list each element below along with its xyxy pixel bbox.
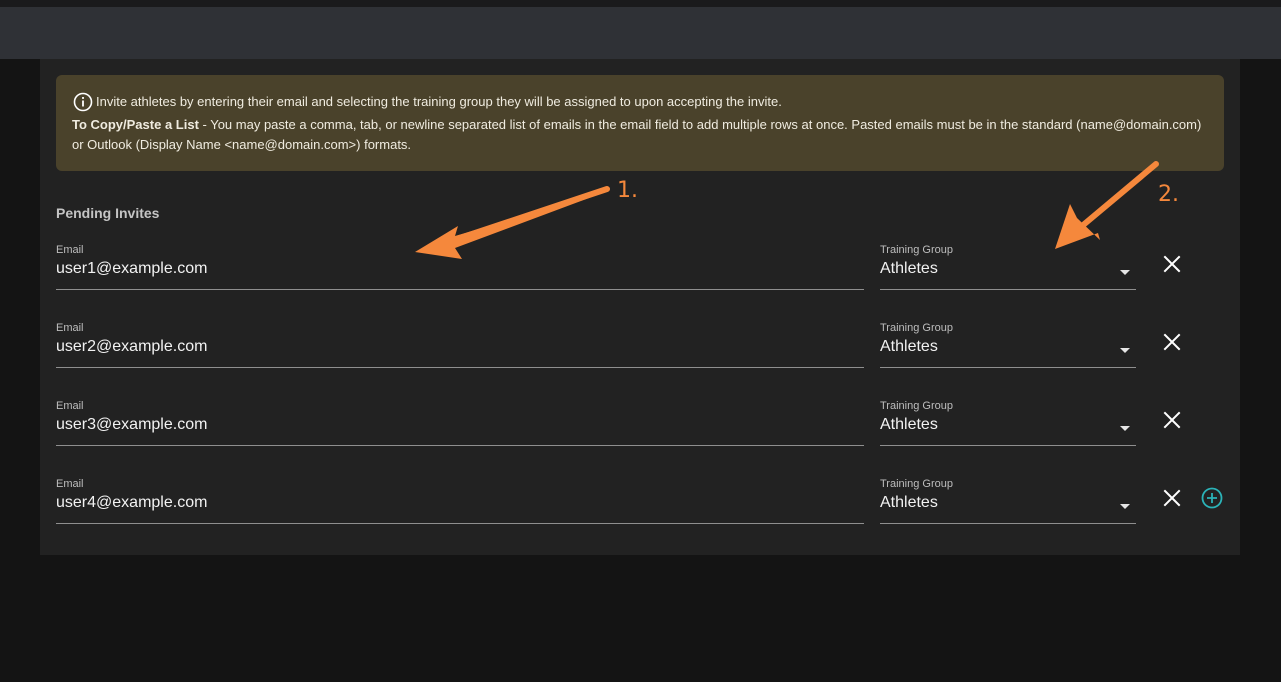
email-value: user4@example.com	[56, 494, 208, 511]
invite-row: Email user4@example.com Training Group A…	[56, 478, 1236, 538]
info-banner: Invite athletes by entering their email …	[56, 75, 1224, 171]
email-value: user1@example.com	[56, 260, 208, 277]
invite-row: Email user2@example.com Training Group A…	[56, 322, 1236, 382]
caret-down-icon	[1120, 348, 1130, 353]
add-row-button[interactable]	[1200, 486, 1224, 510]
email-label: Email	[56, 244, 84, 256]
window-top-edge	[0, 0, 1281, 7]
training-group-value: Athletes	[880, 416, 938, 433]
close-icon	[1163, 411, 1181, 429]
caret-down-icon	[1120, 426, 1130, 431]
invite-row: Email user3@example.com Training Group A…	[56, 400, 1236, 460]
training-group-select[interactable]: Training Group Athletes	[880, 322, 1136, 368]
close-icon	[1163, 489, 1181, 507]
email-label: Email	[56, 322, 84, 334]
invite-row: Email user1@example.com Training Group A…	[56, 244, 1236, 304]
remove-row-button[interactable]	[1160, 408, 1184, 432]
info-text: Invite athletes by entering their email …	[96, 94, 782, 109]
training-group-label: Training Group	[880, 400, 953, 412]
training-group-value: Athletes	[880, 338, 938, 355]
email-field[interactable]: Email user3@example.com	[56, 400, 864, 446]
add-circle-icon	[1201, 487, 1223, 509]
caret-down-icon	[1120, 270, 1130, 275]
training-group-select[interactable]: Training Group Athletes	[880, 400, 1136, 446]
close-icon	[1163, 255, 1181, 273]
close-icon	[1163, 333, 1181, 351]
training-group-label: Training Group	[880, 244, 953, 256]
training-group-select[interactable]: Training Group Athletes	[880, 478, 1136, 524]
pending-invites-title: Pending Invites	[56, 205, 160, 221]
email-label: Email	[56, 400, 84, 412]
email-field[interactable]: Email user4@example.com	[56, 478, 864, 524]
training-group-select[interactable]: Training Group Athletes	[880, 244, 1136, 290]
remove-row-button[interactable]	[1160, 252, 1184, 276]
email-label: Email	[56, 478, 84, 490]
copy-paste-heading: To Copy/Paste a List	[72, 117, 199, 132]
annotation-label-2: 2.	[1158, 182, 1179, 207]
email-field[interactable]: Email user1@example.com	[56, 244, 864, 290]
caret-down-icon	[1120, 504, 1130, 509]
training-group-label: Training Group	[880, 478, 953, 490]
training-group-value: Athletes	[880, 260, 938, 277]
training-group-label: Training Group	[880, 322, 953, 334]
app-header-bar	[0, 7, 1281, 59]
remove-row-button[interactable]	[1160, 486, 1184, 510]
info-circle-icon	[72, 92, 94, 112]
remove-row-button[interactable]	[1160, 330, 1184, 354]
email-value: user2@example.com	[56, 338, 208, 355]
email-field[interactable]: Email user2@example.com	[56, 322, 864, 368]
email-value: user3@example.com	[56, 416, 208, 433]
annotation-label-1: 1.	[617, 178, 638, 203]
copy-paste-text: - You may paste a comma, tab, or newline…	[72, 117, 1202, 152]
training-group-value: Athletes	[880, 494, 938, 511]
